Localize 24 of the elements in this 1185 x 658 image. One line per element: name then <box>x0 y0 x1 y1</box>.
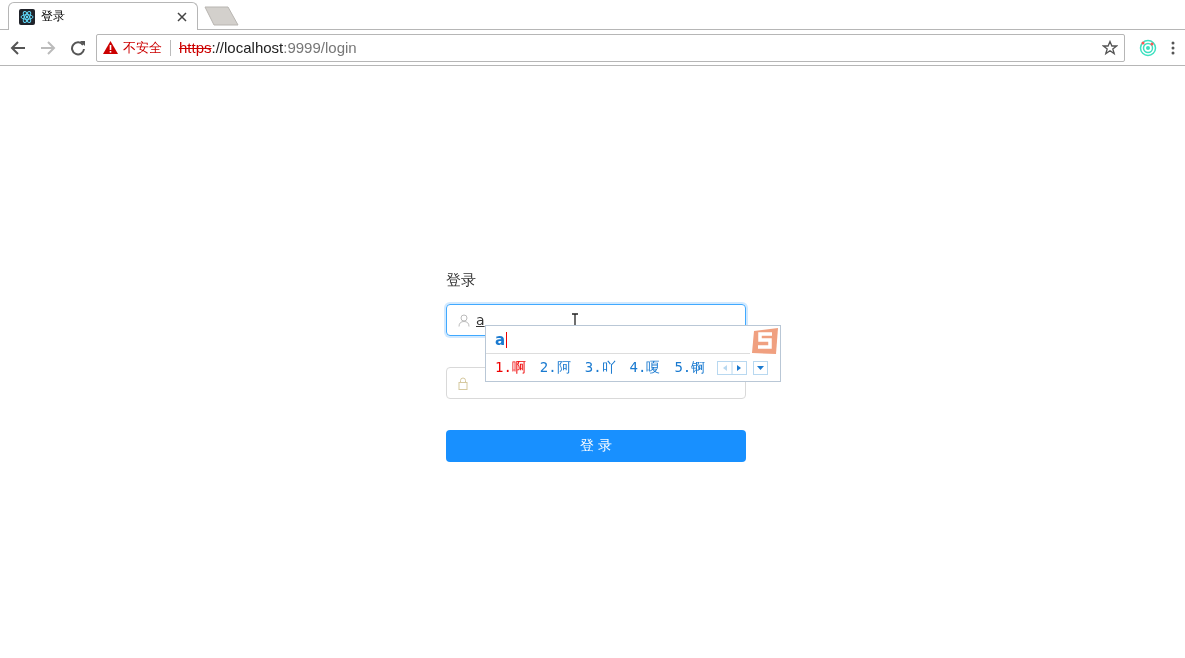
star-icon[interactable] <box>1102 39 1118 56</box>
security-label: 不安全 <box>123 38 162 57</box>
tab-title: 登录 <box>41 8 66 25</box>
login-button[interactable]: 登 录 <box>446 430 746 462</box>
browser-tab[interactable]: 登录 <box>8 2 198 30</box>
close-icon[interactable] <box>177 11 187 22</box>
lock-icon <box>458 376 468 390</box>
ime-candidate[interactable]: 5.锕 <box>674 359 706 377</box>
ime-candidate[interactable]: 2.阿 <box>539 359 571 377</box>
ime-candidate[interactable]: 1.啊 <box>495 359 526 377</box>
page-arrows-icon[interactable] <box>717 361 748 375</box>
ime-candidate[interactable]: 3.吖 <box>584 359 616 377</box>
user-icon <box>458 313 470 327</box>
url-text: https://localhost:9999/login <box>179 39 358 56</box>
dropdown-icon[interactable] <box>753 361 769 375</box>
warning-icon <box>103 41 118 54</box>
back-icon[interactable] <box>10 39 26 56</box>
reload-icon[interactable] <box>70 39 86 56</box>
extension-icon[interactable] <box>1139 38 1157 57</box>
atom-icon <box>19 8 35 25</box>
menu-icon[interactable] <box>1171 40 1175 55</box>
address-bar[interactable]: 不安全 https://localhost:9999/login <box>96 33 1125 62</box>
ime-candidate[interactable]: 4.嗄 <box>629 359 661 377</box>
login-title: 登录 <box>446 271 477 291</box>
